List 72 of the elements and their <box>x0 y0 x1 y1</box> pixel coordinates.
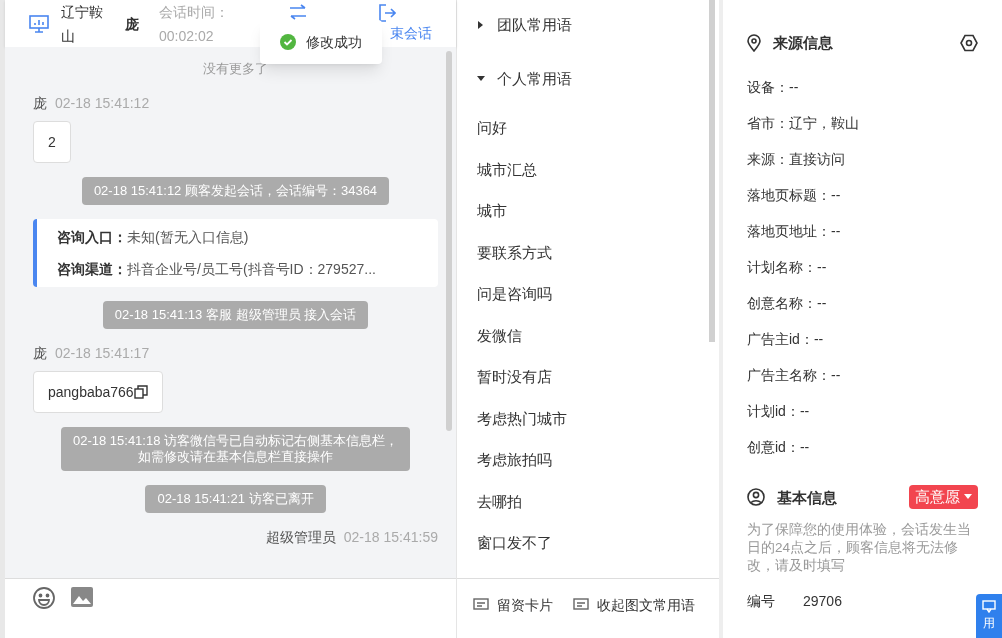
field-value: 29706 <box>803 592 842 612</box>
toolbar-button[interactable]: 留资卡片 <box>473 595 553 615</box>
intent-tag[interactable]: 高意愿 <box>909 485 978 510</box>
phrase-item[interactable]: 暂时没有店 <box>477 357 709 399</box>
system-message-line: 02-18 15:41:18 访客微信号已自动标记右侧基本信息栏， <box>72 432 399 449</box>
location-pin-icon <box>747 33 761 52</box>
source-field: 广告主id：-- <box>747 321 978 358</box>
source-field: 落地页地址：-- <box>747 213 978 250</box>
phrase-item[interactable]: 要联系方式 <box>477 232 709 274</box>
system-message-line: 02-18 15:41:13 客服 超级管理员 接入会话 <box>114 306 357 323</box>
sender-name: 庞 <box>33 343 47 363</box>
source-field: 设备：-- <box>747 69 978 106</box>
sender-name: 超级管理员 <box>265 527 336 547</box>
exit-icon[interactable] <box>378 4 396 22</box>
emoji-icon[interactable] <box>33 587 55 609</box>
phrase-group[interactable]: 个人常用语 <box>477 54 709 104</box>
info-label: 咨询入口： <box>57 227 127 247</box>
message-time: 02-18 15:41:12 <box>55 93 150 113</box>
section-title: 基本信息 <box>777 487 837 508</box>
message-time: 02-18 15:41:17 <box>55 343 150 363</box>
phrase-item[interactable]: 城市汇总 <box>477 149 709 191</box>
session-time: 00:02:02 <box>159 26 215 46</box>
image-icon[interactable] <box>71 587 93 607</box>
source-field: 省市：辽宁，鞍山 <box>747 105 978 142</box>
caret-right-icon <box>477 21 485 29</box>
info-label: 咨询渠道： <box>57 259 127 279</box>
message-bubble: pangbaba766 <box>33 370 163 413</box>
system-message-line: 02-18 15:41:12 顾客发起会话，会话编号：34364 <box>93 182 378 199</box>
visitor-name: 庞 <box>125 14 139 34</box>
phrase-group[interactable]: 团队常用语 <box>477 0 709 50</box>
settings-icon[interactable] <box>960 33 978 52</box>
source-field: 创意id：-- <box>747 429 978 466</box>
user-icon <box>747 488 765 507</box>
field-label: 编号 <box>747 592 775 612</box>
phrase-item[interactable]: 问好 <box>477 108 709 150</box>
copy-icon[interactable] <box>133 384 148 399</box>
phrase-item[interactable]: 考虑旅拍吗 <box>477 440 709 482</box>
caret-down-icon <box>964 494 972 501</box>
caret-down-icon <box>477 75 485 83</box>
session-label: 会话时间： <box>159 2 229 22</box>
source-field: 计划名称：-- <box>747 249 978 286</box>
phrase-item[interactable]: 窗口发不了 <box>477 523 709 565</box>
system-message-line: 02-18 15:41:21 访客已离开 <box>157 490 314 507</box>
monitor-icon <box>29 14 49 33</box>
chat-icon <box>982 600 996 613</box>
visitor-location: 辽宁鞍山 <box>61 2 104 46</box>
toolbar-button[interactable]: 收起图文常用语 <box>573 595 695 615</box>
message-time: 02-18 15:41:59 <box>343 527 438 547</box>
info-value: 抖音企业号/员工号(抖音号ID：279527... <box>127 259 376 279</box>
phrase-item[interactable]: 城市 <box>477 191 709 233</box>
source-field: 广告主名称：-- <box>747 357 978 394</box>
phrase-item[interactable]: 考虑热门城市 <box>477 398 709 440</box>
source-field: 计划id：-- <box>747 393 978 430</box>
source-field: 来源：直接访问 <box>747 141 978 178</box>
source-field: 落地页标题：-- <box>747 177 978 214</box>
system-message-line: 如需修改请在基本信息栏直接操作 <box>138 448 333 465</box>
message-icon <box>473 598 489 612</box>
message-bubble: 2 <box>33 120 71 163</box>
success-icon <box>280 34 296 50</box>
phrase-item[interactable]: 问是咨询吗 <box>477 274 709 316</box>
notice-text: 为了保障您的使用体验，会话发生当日的24点之后，顾客信息将无法修改，请及时填写 <box>747 521 972 576</box>
end-session-link[interactable]: 束会话 <box>390 23 432 43</box>
transfer-icon[interactable] <box>289 4 307 20</box>
sender-name: 庞 <box>33 93 47 113</box>
info-value: 未知(暂无入口信息) <box>127 227 249 247</box>
float-button[interactable]: 用 <box>976 594 1002 638</box>
message-icon <box>573 598 589 612</box>
phrase-item[interactable]: 发微信 <box>477 315 709 357</box>
phrase-item[interactable]: 去哪拍 <box>477 481 709 523</box>
source-field: 创意名称：-- <box>747 285 978 322</box>
toast: 修改成功 <box>260 20 382 64</box>
section-title: 来源信息 <box>773 33 833 53</box>
